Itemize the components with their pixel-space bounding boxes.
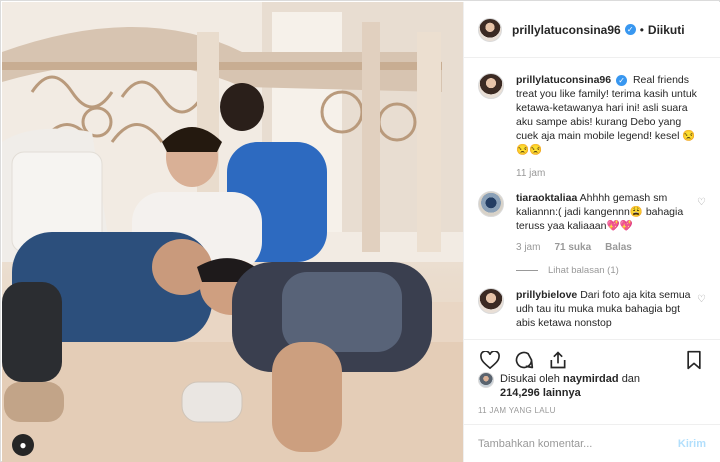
post-panel: prillylatuconsina96 ✓ • Diikuti prillyla… (463, 2, 720, 462)
reply-button[interactable]: Balas (605, 241, 632, 255)
comment-username[interactable]: prillybielove (516, 289, 577, 301)
post-header: prillylatuconsina96 ✓ • Diikuti (464, 2, 720, 58)
liker-avatar[interactable] (478, 372, 494, 388)
comment-time[interactable]: 3 jam (516, 241, 540, 255)
comment-username[interactable]: tiaraoktaliaa (516, 192, 577, 204)
comment-like-icon[interactable]: ♡ (697, 197, 706, 255)
likes-count[interactable]: 214,296 (500, 387, 540, 399)
author-avatar[interactable] (478, 17, 502, 42)
share-icon[interactable] (544, 348, 572, 372)
comment-likes[interactable]: 71 suka (554, 241, 591, 255)
comment-avatar[interactable] (478, 191, 504, 217)
instagram-post: ● prillylatuconsina96 ✓ • Diikuti prilly… (0, 0, 720, 462)
likes-prefix: Disukai oleh (500, 373, 560, 385)
comment-item: tiaraoktaliaa Ahhhh gemash sm kaliannn:(… (478, 191, 706, 255)
likes-suffix[interactable]: lainnya (543, 387, 581, 399)
send-button[interactable]: Kirim (678, 438, 706, 450)
likes-summary: Disukai oleh naymirdad dan 214,296 lainn… (478, 372, 710, 400)
heart-icon[interactable] (476, 348, 504, 372)
author-username[interactable]: prillylatuconsina96 (512, 23, 621, 37)
comment-avatar[interactable] (478, 288, 504, 314)
follow-button[interactable]: Diikuti (648, 23, 685, 37)
view-replies-label: Lihat balasan (1) (548, 265, 619, 276)
separator-dot: • (639, 22, 644, 37)
action-bar (464, 339, 720, 373)
comments-list: prillylatuconsina96 ✓ Real friends treat… (464, 59, 720, 339)
caption-username[interactable]: prillylatuconsina96 (516, 74, 611, 86)
bookmark-icon[interactable] (680, 348, 708, 372)
liker-username[interactable]: naymirdad (563, 373, 619, 385)
view-replies[interactable]: Lihat balasan (1) (516, 265, 706, 276)
reply-line-divider (516, 270, 538, 271)
post-photo[interactable]: ● (2, 2, 463, 462)
verified-icon: ✓ (624, 24, 636, 35)
comment-input[interactable] (478, 437, 678, 450)
post-date: 11 JAM YANG LALU (478, 406, 556, 415)
caption-text: Real friends treat you like family! teri… (516, 74, 697, 156)
caption-time[interactable]: 11 jam (516, 167, 545, 181)
comment-icon[interactable] (510, 348, 538, 372)
caption-avatar[interactable] (478, 73, 504, 99)
verified-icon: ✓ (616, 75, 628, 86)
comment-like-icon[interactable]: ♡ (697, 294, 706, 330)
likes-conj: dan (621, 373, 641, 385)
comment-item: prillybielove Dari foto aja kita semua u… (478, 288, 706, 330)
comment-composer: Kirim (464, 424, 720, 462)
caption: prillylatuconsina96 ✓ Real friends treat… (478, 73, 706, 181)
photo-illustration (2, 2, 463, 462)
user-tag-icon[interactable]: ● (12, 434, 34, 456)
